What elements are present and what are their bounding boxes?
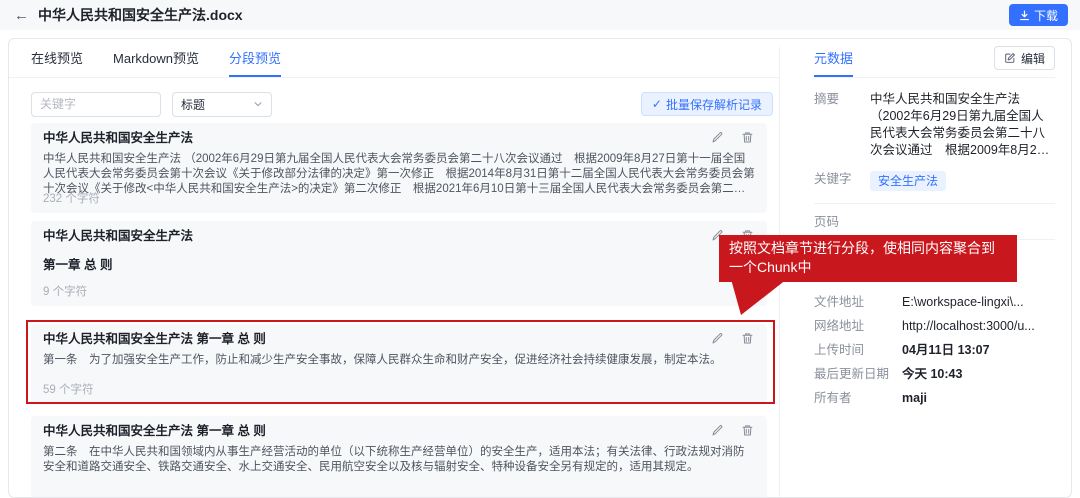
meta-label: 摘要 (814, 92, 840, 106)
chunk-title: 中华人民共和国安全生产法 (43, 229, 194, 243)
filter-select-value: 标题 (181, 97, 206, 112)
edit-icon[interactable] (711, 332, 725, 346)
delete-icon[interactable] (741, 131, 755, 145)
meta-value (870, 215, 1055, 229)
tab-online-preview[interactable]: 在线预览 (31, 39, 83, 77)
meta-row-file-path: 文件地址 E:\workspace-lingxi\... (814, 295, 1055, 309)
check-icon: ✓ (651, 97, 662, 111)
chunk-title: 中华人民共和国安全生产法 (43, 131, 194, 145)
download-icon (1019, 10, 1030, 21)
meta-label: 关键字 (814, 172, 852, 186)
meta-row-url: 网络地址 http://localhost:3000/u... (814, 319, 1055, 333)
chunk-toolbar: 标题 ✓ 批量保存解析记录 (31, 91, 773, 117)
meta-label: 最后更新日期 (814, 367, 890, 381)
meta-value: 今天 10:43 (902, 367, 963, 381)
edit-icon[interactable] (711, 131, 725, 145)
meta-value: E:\workspace-lingxi\... (902, 295, 1024, 309)
meta-value: 04月11日 13:07 (902, 343, 990, 357)
filter-select[interactable]: 标题 (172, 91, 272, 117)
tab-chunk-preview[interactable]: 分段预览 (228, 39, 281, 77)
meta-value: 中华人民共和国安全生产法 （2002年6月29日第九届全国人民代表大会常务委员会… (870, 92, 1046, 157)
edit-label: 编辑 (1020, 51, 1045, 66)
batch-save-button[interactable]: ✓ 批量保存解析记录 (640, 92, 773, 116)
edit-metadata-button[interactable]: 编辑 (993, 46, 1055, 70)
chunk-title: 中华人民共和国安全生产法 第一章 总 则 (43, 424, 266, 438)
chunk-char-count: 9 个字符 (43, 286, 88, 298)
meta-label: 上传时间 (814, 343, 865, 357)
annotation-tooltip: 按照文档章节进行分段，使相同内容聚合到一个Chunk中 (719, 235, 1017, 315)
delete-icon[interactable] (741, 332, 755, 346)
edit-icon[interactable] (711, 424, 725, 438)
chunk-body: 第一章 总 则 (43, 258, 113, 272)
download-button[interactable]: 下载 (1008, 4, 1068, 26)
tooltip-tail (731, 279, 787, 315)
chevron-down-icon (253, 99, 263, 109)
divider (814, 203, 1055, 204)
meta-row-keyword: 关键字 安全生产法 (814, 171, 1055, 191)
meta-label: 所有者 (814, 391, 852, 405)
top-header: ← 中华人民共和国安全生产法.docx 下载 (0, 0, 1080, 30)
chunk-title: 中华人民共和国安全生产法 第一章 总 则 (43, 332, 266, 346)
chunk-char-count: 232 个字符 (43, 193, 100, 205)
meta-label: 网络地址 (814, 319, 865, 333)
meta-value: maji (902, 391, 928, 405)
chunk-card-1: 中华人民共和国安全生产法 中华人民共和国安全生产法 （2002年6月29日第九届… (31, 123, 767, 213)
keyword-tag: 安全生产法 (870, 171, 947, 191)
annotation-tooltip-text: 按照文档章节进行分段，使相同内容聚合到一个Chunk中 (719, 235, 1017, 282)
chunk-char-count: 59 个字符 (43, 384, 94, 396)
meta-row-page: 页码 (814, 215, 1055, 229)
preview-pane: 在线预览 Markdown预览 分段预览 标题 ✓ 批量保存解析记录 中华人民共… (9, 39, 779, 497)
chunk-body: 中华人民共和国安全生产法 （2002年6月29日第九届全国人民代表大会常务委员会… (43, 153, 755, 195)
tab-markdown-preview[interactable]: Markdown预览 (113, 39, 199, 77)
meta-label: 页码 (814, 215, 840, 229)
chunk-card-3: 中华人民共和国安全生产法 第一章 总 则 第一条 为了加强安全生产工作，防止和减… (31, 324, 767, 404)
meta-value: http://localhost:3000/u... (902, 319, 1035, 333)
download-label: 下载 (1033, 8, 1058, 23)
tab-metadata[interactable]: 元数据 (814, 39, 854, 77)
meta-row-updated: 最后更新日期 今天 10:43 (814, 367, 1055, 381)
chunk-body: 第二条 在中华人民共和国领域内从事生产经营活动的单位（以下统称生产经营单位）的安… (43, 446, 745, 473)
chunk-body: 第一条 为了加强安全生产工作，防止和减少生产安全事故，保障人民群众生命和财产安全… (43, 354, 722, 366)
batch-save-label: 批量保存解析记录 (665, 97, 762, 112)
preview-tabs: 在线预览 Markdown预览 分段预览 (9, 39, 779, 78)
meta-label: 文件地址 (814, 295, 865, 309)
meta-row-owner: 所有者 maji (814, 391, 1055, 405)
edit-square-icon (1004, 52, 1016, 64)
keyword-search-input[interactable] (31, 91, 161, 117)
chunk-card-4: 中华人民共和国安全生产法 第一章 总 则 第二条 在中华人民共和国领域内从事生产… (31, 416, 767, 497)
back-icon[interactable]: ← (14, 8, 29, 23)
meta-row-summary: 摘要 中华人民共和国安全生产法 （2002年6月29日第九届全国人民代表大会常务… (814, 91, 1055, 159)
meta-row-upload-time: 上传时间 04月11日 13:07 (814, 343, 1055, 357)
page-title: 中华人民共和国安全生产法.docx (38, 7, 243, 23)
delete-icon[interactable] (741, 424, 755, 438)
chunk-card-2: 中华人民共和国安全生产法 第一章 总 则 9 个字符 (31, 221, 767, 306)
